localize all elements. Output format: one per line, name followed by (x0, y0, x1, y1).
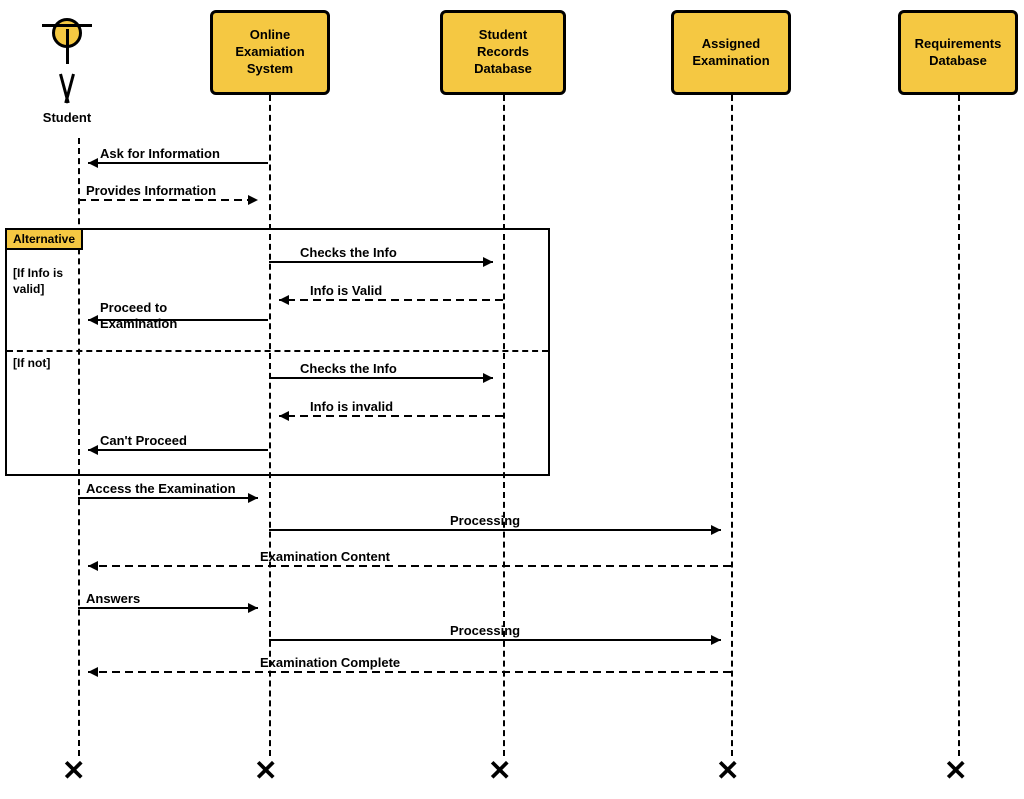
lifeline-ae (731, 95, 733, 756)
alt-label: Alternative (5, 228, 83, 250)
svg-text:Provides Information: Provides Information (86, 183, 216, 198)
alt-frame: Alternative [If Info isvalid] [If not] (5, 228, 550, 476)
terminator-student: ✕ (62, 754, 85, 787)
svg-text:Examination Complete: Examination Complete (260, 655, 400, 670)
terminator-ae: ✕ (716, 754, 739, 787)
alt-condition-not: [If not] (13, 356, 50, 370)
svg-text:Answers: Answers (86, 591, 140, 606)
svg-text:Access the Examination: Access the Examination (86, 481, 236, 496)
actor-body (66, 29, 69, 64)
actor-student: Student (42, 18, 92, 125)
alt-divider (7, 350, 548, 352)
svg-text:Examination Content: Examination Content (260, 549, 391, 564)
lifeline-box-srd: Student Records Database (440, 10, 566, 95)
sequence-diagram: Student Online Examiation System Student… (0, 0, 1024, 799)
lifeline-rd (958, 95, 960, 756)
terminator-srd: ✕ (488, 754, 511, 787)
lifeline-box-oes: Online Examiation System (210, 10, 330, 95)
svg-text:Processing: Processing (450, 513, 520, 528)
actor-arms (42, 24, 92, 27)
terminator-rd: ✕ (944, 754, 967, 787)
lifeline-box-rd: Requirements Database (898, 10, 1018, 95)
actor-legs (59, 74, 75, 104)
alt-condition-valid: [If Info isvalid] (13, 266, 63, 297)
svg-text:Processing: Processing (450, 623, 520, 638)
actor-label-student: Student (43, 110, 91, 125)
svg-text:Ask for Information: Ask for Information (100, 146, 220, 161)
terminator-oes: ✕ (254, 754, 277, 787)
lifeline-box-ae: Assigned Examination (671, 10, 791, 95)
